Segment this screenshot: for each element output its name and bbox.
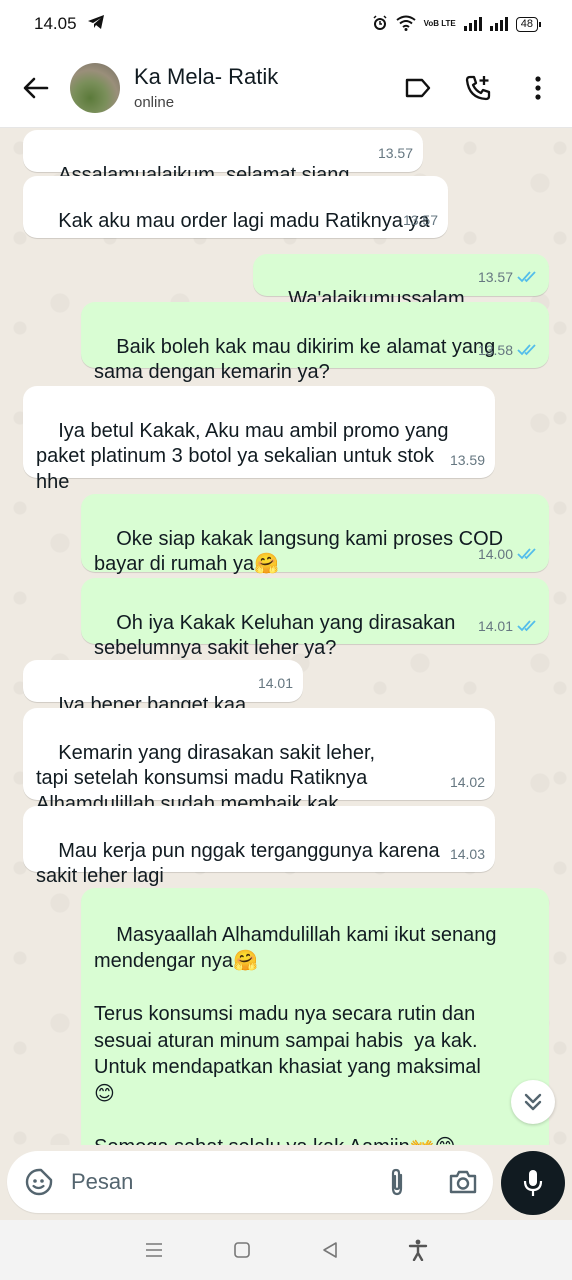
status-time: 14.05 — [34, 14, 77, 33]
message-time: 13.57 — [402, 211, 438, 228]
contact-info[interactable]: Ka Mela- Ratik online — [134, 64, 278, 111]
message-bubble-outgoing[interactable]: Wa'alaikumussalam 13.57 — [253, 254, 549, 310]
volte-indicator: VoB LTE — [423, 19, 456, 28]
message-input[interactable]: Pesan — [7, 1151, 493, 1213]
message-text: Kemarin yang dirasakan sakit leher, tapi… — [36, 741, 376, 815]
message-text: Oh iya Kakak Keluhan yang dirasakan sebe… — [94, 611, 456, 660]
status-icons: VoB LTE 48 — [372, 14, 542, 34]
double-check-icon — [517, 548, 536, 560]
message-time: 13.59 — [449, 451, 485, 468]
system-nav-bar — [0, 1220, 572, 1280]
message-text: Baik boleh kak mau dikirim ke alamat yan… — [94, 335, 496, 384]
message-input-placeholder: Pesan — [71, 1169, 134, 1194]
double-check-icon — [517, 271, 536, 283]
battery-icon: 48 — [515, 16, 542, 32]
wifi-icon — [395, 15, 416, 34]
message-time: 14.03 — [449, 845, 485, 862]
message-bubble-incoming[interactable]: Assalamualaikum, selamat siang 13.57 — [23, 130, 423, 186]
message-time: 14.01 — [257, 674, 293, 691]
message-text: Kak aku mau order lagi madu Ratiknya ya — [58, 209, 430, 232]
signal-icon — [463, 17, 482, 31]
message-bubble-incoming[interactable]: Mau kerja pun nggak terganggunya karena … — [23, 806, 495, 887]
more-vert-icon[interactable] — [522, 72, 554, 104]
composer-bar: Pesan — [0, 1145, 572, 1220]
double-check-icon — [517, 344, 536, 356]
add-call-icon[interactable] — [462, 72, 494, 104]
contact-status: online — [134, 94, 175, 111]
message-bubble-incoming[interactable]: Iya bener banget kaa 14.01 — [23, 660, 303, 716]
message-time: 13.57 — [377, 144, 413, 161]
mic-icon — [523, 1170, 543, 1196]
attach-icon[interactable] — [381, 1166, 413, 1198]
message-bubble-outgoing[interactable]: Baik boleh kak mau dikirim ke alamat yan… — [81, 302, 549, 383]
message-text: Mau kerja pun nggak terganggunya karena … — [36, 839, 440, 888]
message-bubble-incoming[interactable]: Kemarin yang dirasakan sakit leher, tapi… — [23, 708, 495, 815]
message-time: 14.02 — [449, 773, 485, 790]
message-time: 13.57 — [477, 268, 513, 285]
message-text: Masyaallah Alhamdulillah kami ikut senan… — [94, 923, 497, 1146]
recent-apps-icon[interactable] — [139, 1235, 169, 1265]
message-bubble-incoming[interactable]: Kak aku mau order lagi madu Ratiknya ya … — [23, 176, 448, 238]
avatar[interactable] — [70, 62, 120, 113]
message-time: 14.00 — [477, 545, 513, 562]
chat-area[interactable]: Assalamualaikum, selamat siang 13.57 Kak… — [0, 128, 572, 1145]
camera-icon[interactable] — [447, 1166, 479, 1198]
message-bubble-outgoing[interactable]: Oh iya Kakak Keluhan yang dirasakan sebe… — [81, 578, 549, 659]
message-text: Oke siap kakak langsung kami proses COD … — [94, 527, 504, 576]
back-arrow-icon[interactable] — [12, 64, 60, 112]
contact-name: Ka Mela- Ratik — [134, 64, 279, 89]
sticker-emoji-icon[interactable] — [23, 1166, 55, 1198]
status-bar: 14.05 VoB LTE 48 — [0, 0, 572, 48]
message-text: Iya betul Kakak, Aku mau ambil promo yan… — [36, 419, 449, 493]
message-time: 14.01 — [477, 617, 513, 634]
message-bubble-outgoing[interactable]: Oke siap kakak langsung kami proses COD … — [81, 494, 549, 575]
telegram-icon — [87, 14, 105, 35]
back-nav-icon[interactable] — [315, 1235, 345, 1265]
double-check-icon — [517, 620, 536, 632]
double-chevron-down-icon — [524, 1093, 542, 1111]
home-icon[interactable] — [227, 1235, 257, 1265]
chat-header: Ka Mela- Ratik online — [0, 48, 572, 128]
status-time-group: 14.05 — [34, 14, 105, 35]
header-actions — [402, 72, 554, 104]
alarm-icon — [372, 14, 388, 34]
message-bubble-incoming[interactable]: Iya betul Kakak, Aku mau ambil promo yan… — [23, 386, 495, 493]
mic-button[interactable] — [501, 1151, 565, 1215]
message-time: 13.58 — [477, 341, 513, 358]
accessibility-icon[interactable] — [403, 1235, 433, 1265]
label-icon[interactable] — [402, 72, 434, 104]
scroll-down-button[interactable] — [511, 1080, 555, 1124]
signal-icon-2 — [489, 17, 508, 31]
message-bubble-outgoing[interactable]: Masyaallah Alhamdulillah kami ikut senan… — [81, 888, 549, 1145]
